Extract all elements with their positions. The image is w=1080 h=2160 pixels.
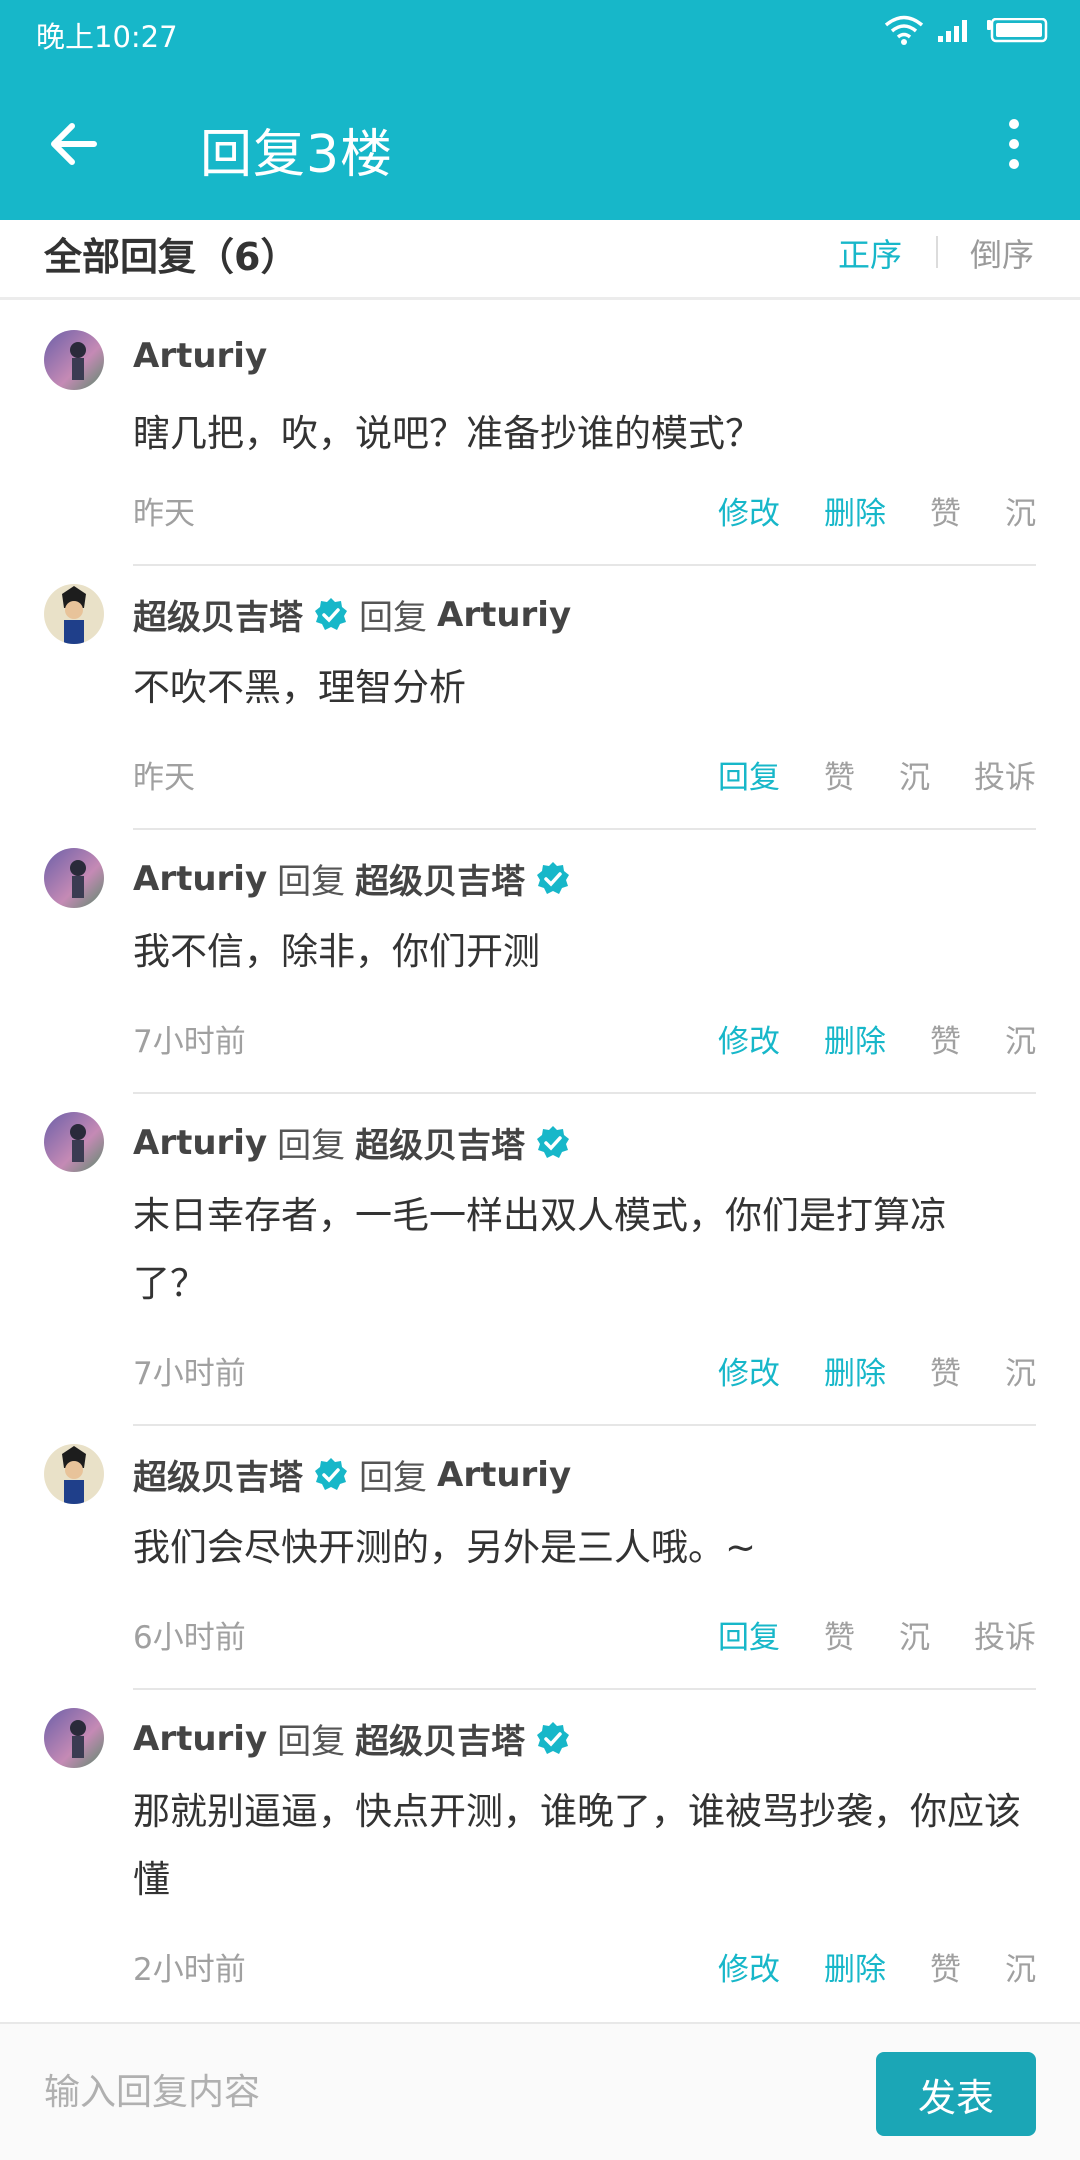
- reply-word: 回复: [277, 1722, 346, 1762]
- verified-badge-icon: [313, 597, 349, 633]
- sink-button[interactable]: 沉: [1005, 1016, 1036, 1061]
- avatar[interactable]: [44, 584, 104, 644]
- reply-word: 回复: [359, 598, 427, 638]
- like-button[interactable]: 赞: [930, 488, 961, 533]
- reply-item: Arturiy 回复 超级贝吉塔 那就别逼逼，快点开测，谁晚了，谁被骂抄袭，你应…: [0, 1690, 1080, 2022]
- sink-button[interactable]: 沉: [899, 1612, 930, 1657]
- reply-target[interactable]: Arturiy: [437, 1455, 571, 1495]
- edit-button[interactable]: 修改: [718, 1944, 780, 1989]
- like-button[interactable]: 赞: [930, 1944, 961, 1989]
- sort-bar: 全部回复（6） 正序 倒序: [0, 220, 1080, 300]
- delete-button[interactable]: 删除: [824, 1348, 886, 1393]
- reply-content: 不吹不黑，理智分析: [133, 666, 466, 709]
- author-name[interactable]: Arturiy: [133, 1719, 267, 1759]
- like-button[interactable]: 赞: [930, 1348, 961, 1393]
- reply-header: Arturiy: [133, 336, 267, 376]
- reply-item: 超级贝吉塔 回复 Arturiy 不吹不黑，理智分析 昨天 回复 赞 沉 投诉: [0, 566, 1080, 830]
- reply-item: Arturiy 回复 超级贝吉塔 我不信，除非，你们开测 7小时前 修改 删除 …: [0, 830, 1080, 1094]
- delete-button[interactable]: 删除: [824, 488, 886, 533]
- reply-item: Arturiy 回复 超级贝吉塔 末日幸存者，一毛一样出双人模式，你们是打算凉了…: [0, 1094, 1080, 1426]
- more-vert-icon[interactable]: [996, 116, 1032, 172]
- like-button[interactable]: 赞: [930, 1016, 961, 1061]
- author-name[interactable]: 超级贝吉塔: [133, 590, 303, 639]
- delete-button[interactable]: 删除: [824, 1016, 886, 1061]
- page-title: 回复3楼: [200, 125, 394, 185]
- sink-button[interactable]: 沉: [1005, 1944, 1036, 1989]
- sort-descending-button[interactable]: 倒序: [970, 230, 1034, 276]
- reply-word: 回复: [277, 862, 346, 902]
- reply-actions: 修改 删除 赞 沉: [674, 488, 1036, 533]
- sink-button[interactable]: 沉: [899, 752, 930, 797]
- reply-time: 7小时前: [133, 1024, 246, 1060]
- author-name[interactable]: Arturiy: [133, 1123, 267, 1163]
- reply-content: 末日幸存者，一毛一样出双人模式，你们是打算凉了？: [133, 1194, 947, 1305]
- reply-header: 超级贝吉塔 回复 Arturiy: [133, 590, 571, 639]
- reply-actions: 修改 删除 赞 沉: [674, 1944, 1036, 1989]
- like-button[interactable]: 赞: [824, 752, 855, 797]
- reply-target[interactable]: 超级贝吉塔: [355, 1714, 525, 1763]
- sink-button[interactable]: 沉: [1005, 488, 1036, 533]
- edit-button[interactable]: 修改: [718, 1348, 780, 1393]
- status-time: 晚上10:27: [36, 20, 178, 54]
- reply-actions: 修改 删除 赞 沉: [674, 1348, 1036, 1393]
- reply-item: Arturiy 瞎几把，吹，说吧？准备抄谁的模式？ 昨天 修改 删除 赞 沉: [0, 312, 1080, 566]
- sort-divider: [936, 236, 938, 268]
- reply-content: 那就别逼逼，快点开测，谁晚了，谁被骂抄袭，你应该懂: [133, 1790, 1021, 1901]
- reply-target[interactable]: 超级贝吉塔: [355, 854, 525, 903]
- reply-count-label: 全部回复（6）: [44, 235, 299, 279]
- reply-input[interactable]: [44, 2064, 824, 2120]
- avatar[interactable]: [44, 1444, 104, 1504]
- reply-header: 超级贝吉塔 回复 Arturiy: [133, 1450, 571, 1499]
- edit-button[interactable]: 修改: [718, 488, 780, 533]
- sink-button[interactable]: 沉: [1005, 1348, 1036, 1393]
- reply-button[interactable]: 回复: [718, 752, 780, 797]
- report-button[interactable]: 投诉: [974, 1612, 1036, 1657]
- verified-badge-icon: [535, 1721, 571, 1757]
- like-button[interactable]: 赞: [824, 1612, 855, 1657]
- reply-header: Arturiy 回复 超级贝吉塔: [133, 1118, 571, 1167]
- verified-badge-icon: [535, 861, 571, 897]
- avatar[interactable]: [44, 1112, 104, 1172]
- reply-time: 7小时前: [133, 1356, 246, 1392]
- reply-actions: 回复 赞 沉 投诉: [674, 1612, 1036, 1657]
- back-arrow-icon[interactable]: [44, 114, 104, 174]
- edit-button[interactable]: 修改: [718, 1016, 780, 1061]
- wifi-icon: [884, 14, 924, 50]
- battery-icon: [986, 17, 1048, 48]
- avatar[interactable]: [44, 330, 104, 390]
- reply-word: 回复: [359, 1458, 427, 1498]
- reply-word: 回复: [277, 1126, 346, 1166]
- reply-input-bar: 发表: [0, 2022, 1080, 2160]
- status-bar: 晚上10:27: [0, 0, 1080, 64]
- reply-header: Arturiy 回复 超级贝吉塔: [133, 854, 571, 903]
- reply-actions: 回复 赞 沉 投诉: [674, 752, 1036, 797]
- sort-ascending-button[interactable]: 正序: [838, 230, 902, 276]
- avatar[interactable]: [44, 848, 104, 908]
- reply-header: Arturiy 回复 超级贝吉塔: [133, 1714, 571, 1763]
- send-button[interactable]: 发表: [876, 2052, 1036, 2136]
- author-name[interactable]: 超级贝吉塔: [133, 1450, 303, 1499]
- reply-time: 昨天: [133, 496, 195, 532]
- reply-actions: 修改 删除 赞 沉: [674, 1016, 1036, 1061]
- reply-time: 昨天: [133, 760, 195, 796]
- reply-time: 2小时前: [133, 1952, 246, 1988]
- app-bar: 回复3楼: [0, 64, 1080, 220]
- reply-button[interactable]: 回复: [718, 1612, 780, 1657]
- author-name[interactable]: Arturiy: [133, 859, 267, 899]
- reply-target[interactable]: 超级贝吉塔: [355, 1118, 525, 1167]
- verified-badge-icon: [535, 1125, 571, 1161]
- avatar[interactable]: [44, 1708, 104, 1768]
- reply-item: 超级贝吉塔 回复 Arturiy 我们会尽快开测的，另外是三人哦。~ 6小时前 …: [0, 1426, 1080, 1690]
- reply-content: 瞎几把，吹，说吧？准备抄谁的模式？: [133, 412, 762, 455]
- signal-icon: [936, 16, 974, 48]
- delete-button[interactable]: 删除: [824, 1944, 886, 1989]
- verified-badge-icon: [313, 1457, 349, 1493]
- reply-content: 我们会尽快开测的，另外是三人哦。~: [133, 1526, 757, 1569]
- author-name[interactable]: Arturiy: [133, 336, 267, 376]
- reply-content: 我不信，除非，你们开测: [133, 930, 540, 973]
- reply-target[interactable]: Arturiy: [437, 595, 571, 635]
- report-button[interactable]: 投诉: [974, 752, 1036, 797]
- reply-time: 6小时前: [133, 1620, 246, 1656]
